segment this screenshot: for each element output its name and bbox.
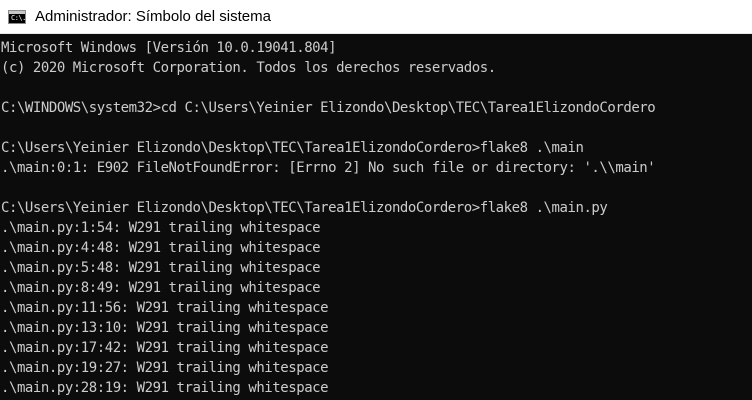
title-bar[interactable]: C:\. Administrador: Símbolo del sistema	[0, 0, 752, 34]
cmd-icon: C:\.	[8, 9, 26, 24]
console-line: .\main.py:11:56: W291 trailing whitespac…	[1, 300, 329, 316]
console-line: .\main.py:1:54: W291 trailing whitespace	[1, 220, 321, 236]
console-line: (c) 2020 Microsoft Corporation. Todos lo…	[1, 60, 496, 76]
console-line: .\main.py:5:48: W291 trailing whitespace	[1, 260, 321, 276]
command-prompt-window[interactable]: C:\. Administrador: Símbolo del sistema …	[0, 0, 752, 400]
console-line: .\main:0:1: E902 FileNotFoundError: [Err…	[1, 160, 656, 176]
console-line: .\main.py:13:10: W291 trailing whitespac…	[1, 320, 329, 336]
console-line: C:\Users\Yeinier Elizondo\Desktop\TEC\Ta…	[1, 200, 608, 216]
console-line: C:\Users\Yeinier Elizondo\Desktop\TEC\Ta…	[1, 140, 584, 156]
console-line: Microsoft Windows [Versión 10.0.19041.80…	[1, 40, 337, 56]
console-line: .\main.py:4:48: W291 trailing whitespace	[1, 240, 321, 256]
console-line: .\main.py:28:19: W291 trailing whitespac…	[1, 380, 329, 396]
cmd-icon-glyph: C:\.	[11, 13, 26, 22]
window-title: Administrador: Símbolo del sistema	[35, 8, 271, 25]
console-line: C:\WINDOWS\system32>cd C:\Users\Yeinier …	[1, 100, 656, 116]
console-output[interactable]: Microsoft Windows [Versión 10.0.19041.80…	[1, 38, 752, 400]
console-line: .\main.py:8:49: W291 trailing whitespace	[1, 280, 321, 296]
console-line: .\main.py:17:42: W291 trailing whitespac…	[1, 340, 329, 356]
console-line: .\main.py:19:27: W291 trailing whitespac…	[1, 360, 329, 376]
